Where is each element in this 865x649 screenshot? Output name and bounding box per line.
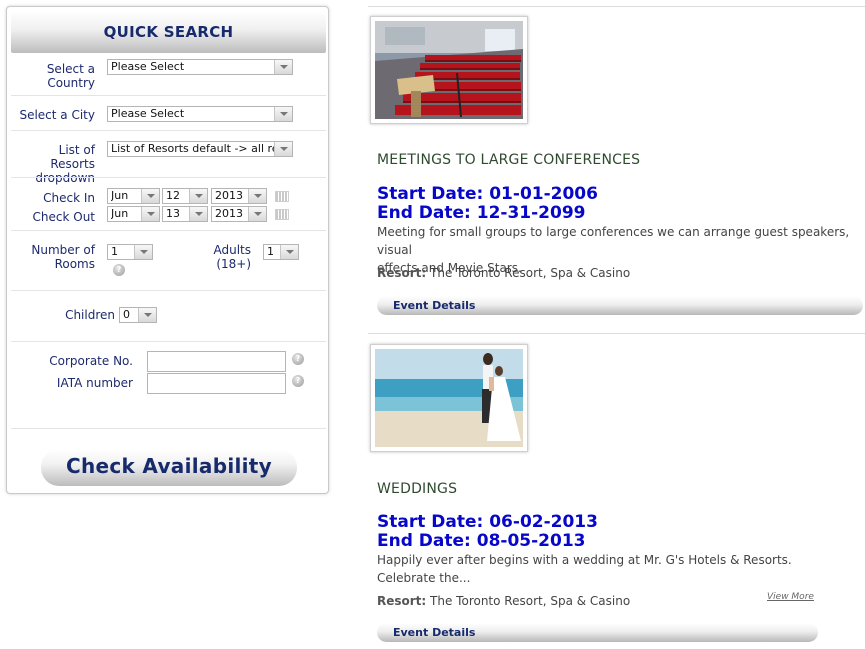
- iata-help-icon[interactable]: ?: [292, 375, 304, 387]
- children-label: Children: [65, 308, 115, 322]
- rooms-label: Number of Rooms: [11, 243, 95, 271]
- event-title: WEDDINGS: [377, 481, 458, 497]
- adults-label: Adults (18+): [213, 243, 251, 271]
- iata-label: IATA number: [56, 376, 133, 390]
- conference-room-photo-icon: [375, 21, 523, 119]
- event-resort: Resort: The Toronto Resort, Spa & Casino: [377, 266, 630, 280]
- country-label: Select a Country: [11, 62, 95, 90]
- chevron-down-icon: [141, 189, 159, 203]
- resorts-label-line2: dropdown: [35, 171, 95, 185]
- event-end-date: End Date: 12-31-2099: [377, 203, 586, 223]
- chevron-down-icon: [141, 207, 159, 221]
- rooms-label-line1: Number of: [31, 243, 95, 257]
- city-select[interactable]: Please Select: [107, 106, 293, 122]
- divider: [11, 290, 326, 291]
- resorts-select-value: List of Resorts default -> all res: [111, 142, 285, 155]
- chevron-down-icon: [248, 189, 266, 203]
- calendar-icon[interactable]: [275, 191, 289, 202]
- city-label: Select a City: [19, 108, 95, 122]
- event-details-button[interactable]: Event Details: [377, 296, 863, 315]
- event-start-date: Start Date: 01-01-2006: [377, 184, 598, 204]
- event-photo[interactable]: [370, 16, 528, 124]
- event-resort-label: Resort:: [377, 594, 427, 608]
- divider: [11, 341, 326, 342]
- view-more-link[interactable]: View More: [767, 592, 814, 602]
- check-out-year-select[interactable]: 2013: [211, 206, 267, 222]
- event-description: Happily ever after begins with a wedding…: [377, 551, 857, 587]
- check-out-month-select[interactable]: Jun: [107, 206, 160, 222]
- divider: [11, 177, 326, 178]
- country-select-value: Please Select: [111, 60, 185, 73]
- city-select-value: Please Select: [111, 107, 185, 120]
- event-description-line1: Happily ever after begins with a wedding…: [377, 553, 792, 567]
- country-label-line1: Select a: [46, 62, 95, 76]
- country-select[interactable]: Please Select: [107, 59, 293, 75]
- event-resort-value: The Toronto Resort, Spa & Casino: [430, 266, 631, 280]
- divider: [368, 6, 865, 7]
- quick-search-title: QUICK SEARCH: [11, 11, 326, 53]
- resorts-label: List of Resorts dropdown: [11, 143, 95, 185]
- event-resort-label: Resort:: [377, 266, 427, 280]
- resorts-select[interactable]: List of Resorts default -> all res: [107, 141, 293, 157]
- check-in-day-select[interactable]: 12: [162, 188, 208, 204]
- event-details-button[interactable]: Event Details: [377, 623, 818, 642]
- divider: [368, 333, 865, 334]
- corporate-help-icon[interactable]: ?: [292, 353, 304, 365]
- chevron-down-icon: [248, 207, 266, 221]
- divider: [11, 95, 326, 96]
- event-start-date: Start Date: 06-02-2013: [377, 512, 598, 532]
- check-in-month-select[interactable]: Jun: [107, 188, 160, 204]
- chevron-down-icon: [189, 189, 207, 203]
- event-photo[interactable]: [370, 344, 528, 452]
- chevron-down-icon: [274, 142, 292, 156]
- check-in-label: Check In: [43, 191, 95, 205]
- check-out-label: Check Out: [32, 210, 95, 224]
- rooms-select[interactable]: 1: [107, 244, 153, 260]
- event-end-date: End Date: 08-05-2013: [377, 531, 586, 551]
- chevron-down-icon: [274, 107, 292, 121]
- check-in-year-select[interactable]: 2013: [211, 188, 267, 204]
- event-description-line1: Meeting for small groups to large confer…: [377, 225, 850, 257]
- event-title: MEETINGS TO LARGE CONFERENCES: [377, 152, 641, 168]
- corporate-number-field[interactable]: [147, 351, 286, 372]
- resorts-label-line1: List of Resorts: [50, 143, 95, 171]
- iata-number-field[interactable]: [147, 373, 286, 394]
- chevron-down-icon: [280, 245, 298, 259]
- country-label-line2: Country: [47, 76, 95, 90]
- adults-select[interactable]: 1: [263, 244, 299, 260]
- chevron-down-icon: [138, 308, 156, 322]
- quick-search-panel: QUICK SEARCH Select a Country Please Sel…: [6, 6, 329, 494]
- chevron-down-icon: [274, 60, 292, 74]
- chevron-down-icon: [189, 207, 207, 221]
- check-availability-button[interactable]: Check Availability: [41, 449, 297, 486]
- rooms-label-line2: Rooms: [54, 257, 95, 271]
- divider: [11, 428, 326, 429]
- rooms-help-icon[interactable]: ?: [113, 264, 125, 276]
- event-description-line2: Celebrate the...: [377, 571, 471, 585]
- calendar-icon[interactable]: [275, 209, 289, 220]
- beach-wedding-photo-icon: [375, 349, 523, 447]
- children-select[interactable]: 0: [119, 307, 157, 323]
- event-resort: Resort: The Toronto Resort, Spa & Casino: [377, 594, 630, 608]
- corporate-label: Corporate No.: [49, 354, 133, 368]
- chevron-down-icon: [134, 245, 152, 259]
- event-resort-value: The Toronto Resort, Spa & Casino: [430, 594, 631, 608]
- divider: [11, 130, 326, 131]
- divider: [11, 230, 326, 231]
- check-out-day-select[interactable]: 13: [162, 206, 208, 222]
